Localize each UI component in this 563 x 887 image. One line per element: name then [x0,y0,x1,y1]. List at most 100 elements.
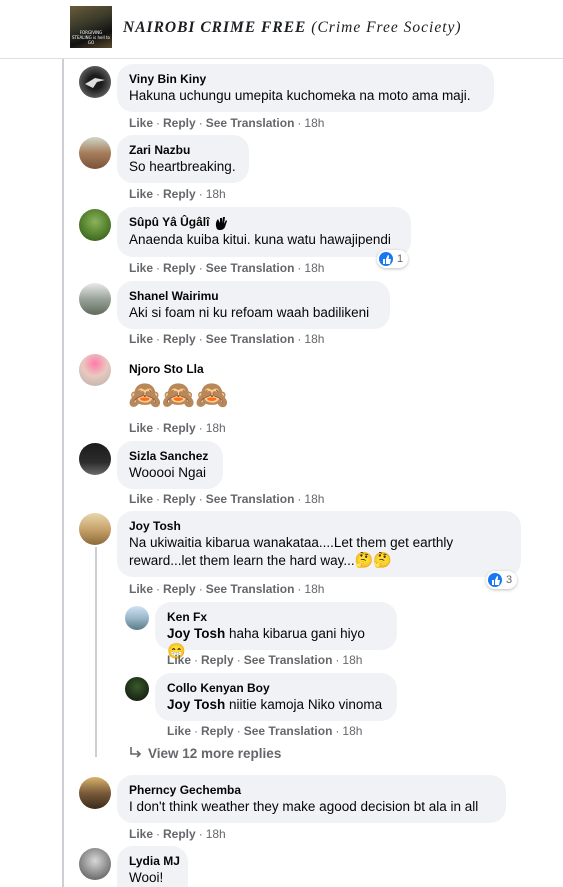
see-translation-link[interactable]: See Translation [244,653,333,667]
comment-actions: Like · Reply · 18h [129,827,226,841]
see-translation-link[interactable]: See Translation [206,261,295,275]
comment-timestamp[interactable]: 18h [206,187,226,201]
comment-timestamp[interactable]: 18h [304,116,324,130]
like-button[interactable]: Like [129,492,153,506]
reply-bubble: Collo Kenyan Boy Joy Tosh niitie kamoja … [155,673,397,721]
avatar[interactable] [79,513,111,545]
reply-thread-line [95,547,97,757]
thinking-face-icon: 🤔🤔 [354,552,392,569]
reply-button[interactable]: Reply [163,187,196,201]
avatar[interactable] [79,66,111,98]
reply-actions: Like · Reply · See Translation · 18h [167,653,363,667]
group-title-sub: (Crime Free Society) [311,19,462,36]
comment-timestamp[interactable]: 18h [304,261,324,275]
like-button[interactable]: Like [129,421,153,435]
group-avatar[interactable]: FORGIVING STEALING is hell to GO [70,6,112,48]
comment-actions: Like · Reply · See Translation · 18h [129,332,325,346]
like-button[interactable]: Like [129,827,153,841]
see-translation-link[interactable]: See Translation [244,724,333,738]
avatar[interactable] [79,443,111,475]
see-translation-link[interactable]: See Translation [206,582,295,596]
comment-bubble: Lydia MJ Wooi! [117,846,188,887]
comment-actions: Like · Reply · See Translation · 18h [129,261,325,275]
comment-bubble: Joy Tosh Na ukiwaitia kibarua wanakataa.… [117,511,521,577]
reply-author[interactable]: Collo Kenyan Boy [167,680,385,696]
like-button[interactable]: Like [167,653,191,667]
reply-button[interactable]: Reply [163,116,196,130]
like-button[interactable]: Like [129,187,153,201]
avatar[interactable] [125,606,149,630]
comment-actions: Like · Reply · 18h [129,187,226,201]
comment-timestamp[interactable]: 18h [304,332,324,346]
mention-link[interactable]: Joy Tosh [167,697,225,712]
comment-author[interactable]: Shanel Wairimu [129,288,378,304]
reply-arrow-icon [128,746,144,760]
reply-button[interactable]: Reply [163,261,196,275]
comment-text: Aki si foam ni ku refoam waah badilikeni [129,305,370,320]
reply-text: Joy Tosh niitie kamoja Niko vinoma [167,697,383,712]
comment-author[interactable]: Joy Tosh [129,518,509,534]
thumbs-up-icon [379,252,393,266]
group-title-main: NAIROBI CRIME FREE [123,19,307,36]
avatar[interactable] [79,209,111,241]
avatar[interactable] [79,848,111,880]
comment-bubble: Zari Nazbu So heartbreaking. [117,135,249,183]
avatar[interactable] [125,677,149,701]
comment-timestamp[interactable]: 18h [304,582,324,596]
avatar[interactable] [79,354,111,386]
comment-author[interactable]: Sizla Sanchez [129,448,211,464]
reply-button[interactable]: Reply [163,332,196,346]
comment-author[interactable]: Viny Bin Kiny [129,71,482,87]
like-button[interactable]: Like [167,724,191,738]
comment-author[interactable]: Lydia MJ [129,853,180,869]
thread-line [62,59,64,774]
avatar[interactable] [79,777,111,809]
group-title[interactable]: NAIROBI CRIME FREE (Crime Free Society) [123,19,462,37]
reply-actions: Like · Reply · See Translation · 18h [167,724,363,738]
avatar[interactable] [79,283,111,315]
mention-link[interactable]: Joy Tosh [167,626,225,641]
reaction-count[interactable]: 3 [486,571,518,589]
comment-timestamp[interactable]: 18h [342,724,362,738]
comment-author[interactable]: Njoro Sto Lla [129,361,204,377]
comment-actions: Like · Reply · See Translation · 18h [129,116,325,130]
comment-bubble: Sûpû Yâ Ûgâlî Anaenda kuiba kitui. kuna … [117,207,411,257]
comment-bubble: Sizla Sanchez Wooooi Ngai [117,441,223,489]
reply-button[interactable]: Reply [163,582,196,596]
reaction-number: 1 [397,253,404,265]
comment-actions: Like · Reply · 18h [129,421,226,435]
reply-button[interactable]: Reply [201,653,234,667]
see-translation-link[interactable]: See Translation [206,492,295,506]
comment-bubble: Shanel Wairimu Aki si foam ni ku refoam … [117,281,390,329]
see-translation-link[interactable]: See Translation [206,332,295,346]
comment-timestamp[interactable]: 18h [304,492,324,506]
comment-timestamp[interactable]: 18h [206,827,226,841]
like-button[interactable]: Like [129,332,153,346]
comment-timestamp[interactable]: 18h [342,653,362,667]
like-button[interactable]: Like [129,116,153,130]
view-more-replies-link[interactable]: View 12 more replies [128,746,281,761]
see-translation-link[interactable]: See Translation [206,116,295,130]
comment-author[interactable]: Zari Nazbu [129,142,237,158]
thread-line [62,774,64,887]
reply-button[interactable]: Reply [201,724,234,738]
reply-button[interactable]: Reply [163,827,196,841]
comment-actions: Like · Reply · See Translation · 18h [129,492,325,506]
comment-actions: Like · Reply · See Translation · 18h [129,582,325,596]
see-no-evil-monkey-icons: 🙈🙈🙈 [128,380,229,410]
reply-button[interactable]: Reply [163,421,196,435]
comment-bubble: Viny Bin Kiny Hakuna uchungu umepita kuc… [117,64,494,112]
like-button[interactable]: Like [129,582,153,596]
comment-author[interactable]: Sûpû Yâ Ûgâlî [129,214,399,231]
comment-timestamp[interactable]: 18h [206,421,226,435]
comment-text: Anaenda kuiba kitui. kuna watu hawajipen… [129,231,391,247]
reply-author[interactable]: Ken Fx [167,609,385,625]
reaction-count[interactable]: 1 [377,250,409,268]
comments-feed [0,59,563,887]
reply-button[interactable]: Reply [163,492,196,506]
group-avatar-caption: FORGIVING STEALING is hell to GO [72,30,110,45]
comment-author[interactable]: Pherncy Gechemba [129,782,494,798]
group-header: FORGIVING STEALING is hell to GO NAIROBI… [0,0,563,59]
like-button[interactable]: Like [129,261,153,275]
avatar[interactable] [79,137,111,169]
